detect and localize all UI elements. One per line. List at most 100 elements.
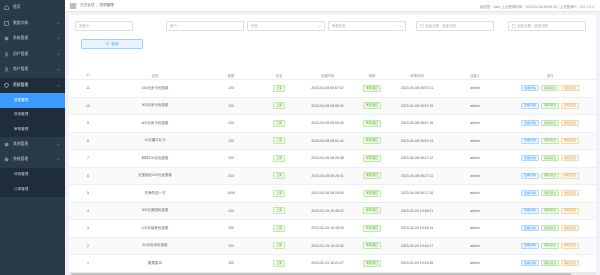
- chevron-down-icon: [57, 143, 60, 145]
- audit-select[interactable]: 审核状态: [328, 21, 406, 31]
- audit-badge: 审核通过: [363, 259, 381, 267]
- approve-button[interactable]: 审核通过: [540, 102, 559, 109]
- cell-price: 1000: [227, 191, 235, 196]
- cell-created: 2023-02-29 15:21:27: [311, 261, 344, 266]
- reject-button[interactable]: 审核驳回: [561, 172, 580, 179]
- col-header-creator[interactable]: 创建人: [446, 73, 504, 78]
- cell-id: 9: [87, 121, 89, 126]
- approve-button[interactable]: 审核通过: [540, 207, 559, 214]
- approve-button[interactable]: 审核通过: [540, 120, 559, 127]
- name-filter-input[interactable]: 充值卡: [75, 21, 133, 31]
- view-detail-button[interactable]: 查看详情: [520, 137, 539, 144]
- approve-button[interactable]: 审核通过: [540, 172, 559, 179]
- col-header-audit-time[interactable]: 审核时间: [388, 73, 446, 78]
- sidebar-item[interactable]: 用户管理: [0, 47, 65, 63]
- cell-creator: admin: [470, 138, 480, 143]
- reject-button[interactable]: 审核驳回: [561, 260, 580, 267]
- sidebar-subitem[interactable]: 其他管理: [0, 107, 65, 122]
- approve-button[interactable]: 审核通过: [540, 242, 559, 249]
- cell-actions: 查看详情 审核通过 审核驳回: [504, 137, 596, 144]
- reject-button[interactable]: 审核驳回: [561, 207, 580, 214]
- cell-audit: 审核通过: [356, 102, 388, 110]
- reject-button[interactable]: 审核驳回: [561, 137, 580, 144]
- reject-button[interactable]: 审核驳回: [561, 225, 580, 232]
- sidebar-item[interactable]: 系统管理: [0, 31, 65, 47]
- view-detail-button[interactable]: 查看详情: [520, 260, 539, 267]
- search-icon: [105, 42, 109, 46]
- sidebar-item[interactable]: 商户管理: [0, 62, 65, 78]
- approve-button[interactable]: 审核通过: [540, 190, 559, 197]
- cell-id: 6: [87, 173, 89, 178]
- cell-name: 100元保养优惠卷: [141, 225, 169, 230]
- view-detail-button[interactable]: 查看详情: [520, 242, 539, 249]
- sidebar-item[interactable]: 数据字典: [0, 16, 65, 32]
- col-header-state[interactable]: 状态: [259, 73, 299, 78]
- sidebar-item[interactable]: 其他管理: [0, 137, 65, 153]
- sidebar-item[interactable]: 资质管理: [0, 77, 65, 93]
- cell-state: 上架: [259, 259, 299, 267]
- col-header-price[interactable]: 面额: [203, 73, 259, 78]
- cell-id: 5: [87, 191, 89, 196]
- approve-button[interactable]: 审核通过: [540, 225, 559, 232]
- breadcrumb-current: 资质管理: [99, 3, 114, 7]
- cell-created: 2023-04-08 08:26:11: [311, 173, 344, 178]
- approve-button[interactable]: 审核通过: [540, 155, 559, 162]
- view-detail-button[interactable]: 查看详情: [520, 225, 539, 232]
- view-detail-button[interactable]: 查看详情: [520, 120, 539, 127]
- cell-created: 2023-04-08 08:51:42: [311, 138, 344, 143]
- table-row: 4 300元美团优惠卷 100 上架 2023-02-29 19:48:22 审核通过 20…: [69, 202, 596, 220]
- reject-button[interactable]: 审核驳回: [561, 190, 580, 197]
- sidebar-subitem[interactable]: 审核管理: [0, 122, 65, 137]
- approve-button[interactable]: 审核通过: [540, 260, 559, 267]
- cell-creator: admin: [470, 173, 480, 178]
- approve-button[interactable]: 审核通过: [540, 137, 559, 144]
- menu-toggle-icon[interactable]: [69, 2, 77, 10]
- col-header-id[interactable]: ID: [69, 73, 107, 77]
- create-date-range[interactable]: 起始日期 - 结束日期: [416, 21, 494, 31]
- cell-audit-time: 2023-04-08 08:57:21: [400, 86, 434, 91]
- sidebar-item[interactable]: 系统管理: [0, 152, 65, 168]
- merchant-filter-input[interactable]: 用户: [166, 21, 244, 31]
- reject-button[interactable]: 审核驳回: [561, 155, 580, 162]
- cell-state: 上架: [259, 207, 299, 215]
- cell-id: 10: [86, 103, 90, 108]
- name-filter-placeholder: 充值卡: [79, 24, 90, 28]
- sidebar-subitem[interactable]: 体现管理: [0, 167, 65, 182]
- audit-badge: 审核通过: [363, 189, 381, 197]
- state-select[interactable]: 状态: [247, 21, 325, 31]
- breadcrumb-item[interactable]: 资质管理: [80, 3, 94, 8]
- sidebar-subitem[interactable]: 订单管理: [0, 182, 65, 197]
- view-detail-button[interactable]: 查看详情: [520, 172, 539, 179]
- reject-button[interactable]: 审核驳回: [561, 102, 580, 109]
- cell-creator: admin: [470, 191, 480, 196]
- audit-select-placeholder: 审核状态: [332, 24, 346, 28]
- col-header-name[interactable]: 名称: [107, 73, 203, 78]
- cell-audit-time: 2023-02-29 19:43:35: [400, 261, 434, 266]
- shield-icon: [4, 82, 9, 88]
- sidebar: 首页 数据字典 系统管理 用户管理 商户管理 资质管理 资质管理 其他管理 审核管理 其他管理 系统…: [0, 0, 65, 275]
- sidebar-item-label: 商户管理: [13, 67, 29, 72]
- view-detail-button[interactable]: 查看详情: [520, 102, 539, 109]
- scrollbar-thumb[interactable]: [71, 272, 571, 275]
- sidebar-item[interactable]: 首页: [0, 0, 65, 16]
- state-badge: 上架: [272, 224, 286, 232]
- view-detail-button[interactable]: 查看详情: [520, 207, 539, 214]
- col-header-audit[interactable]: 审核: [356, 73, 388, 78]
- view-detail-button[interactable]: 查看详情: [520, 190, 539, 197]
- audit-date-range[interactable]: 起始日期 - 结束日期: [508, 21, 586, 31]
- search-button[interactable]: 查询: [81, 39, 143, 49]
- reject-button[interactable]: 审核驳回: [561, 242, 580, 249]
- view-detail-button[interactable]: 查看详情: [520, 85, 539, 92]
- col-header-created[interactable]: 创建时间: [299, 73, 356, 78]
- sidebar-subitem[interactable]: 资质管理: [0, 93, 65, 108]
- cell-created: 2023-02-29 19:43:32: [311, 243, 344, 248]
- cell-name: 10元播牛礼卡: [144, 138, 166, 143]
- reject-button[interactable]: 审核驳回: [561, 120, 580, 127]
- cell-audit: 审核通过: [356, 137, 388, 145]
- gear-icon: [4, 142, 9, 147]
- cell-name: 种球100元优惠卷: [141, 155, 169, 160]
- approve-button[interactable]: 审核通过: [540, 85, 559, 92]
- view-detail-button[interactable]: 查看详情: [520, 155, 539, 162]
- reject-button[interactable]: 审核驳回: [561, 85, 580, 92]
- cell-price: 100: [228, 121, 234, 126]
